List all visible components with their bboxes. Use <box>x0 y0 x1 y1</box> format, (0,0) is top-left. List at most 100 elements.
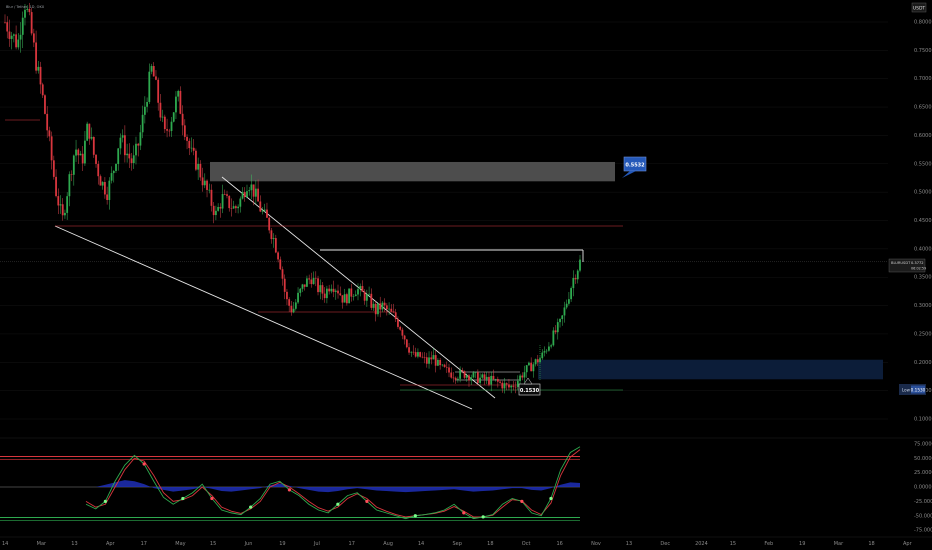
candle-body <box>539 358 541 363</box>
oscillator-tick-label: 0.0000 <box>914 485 932 491</box>
candle-body <box>228 195 231 209</box>
candle-body <box>423 356 426 358</box>
time-tick-label: Apr <box>903 541 913 547</box>
candle-body <box>363 291 366 301</box>
candle-body <box>12 34 15 36</box>
candle-body <box>337 290 339 294</box>
candle-body <box>188 140 191 149</box>
candle-body <box>403 335 406 340</box>
candle-body <box>286 291 288 300</box>
candle-body <box>274 238 277 253</box>
time-tick-label: 19 <box>799 541 805 547</box>
candle-body <box>139 132 142 146</box>
candle-body <box>17 39 20 48</box>
oscillator-tick-label: -75.0000 <box>914 528 932 534</box>
candle-body <box>545 350 548 352</box>
candle-body <box>97 163 100 177</box>
candle-body <box>570 288 573 300</box>
candle-body <box>86 123 89 141</box>
chart-stage: Blur / Tether, 1D, OKX 0.8000 0.7500 0.700… <box>0 0 932 550</box>
candle-body <box>79 153 82 156</box>
candle-body <box>461 370 464 372</box>
price-tick-label: 0.5500 <box>914 161 932 167</box>
candle-body <box>250 184 253 191</box>
candle-body <box>559 318 561 323</box>
candle-body <box>561 315 564 319</box>
candle-body <box>490 375 493 385</box>
candle-body <box>381 302 384 310</box>
candle-body <box>203 180 206 186</box>
candle-body <box>28 8 31 13</box>
candle-body <box>10 35 13 39</box>
candle-body <box>66 196 69 213</box>
candle-body <box>137 143 140 146</box>
candle-body <box>6 22 9 32</box>
candle-body <box>112 170 115 174</box>
candle-body <box>50 136 53 161</box>
candle-body <box>181 113 184 126</box>
price-tick-label: 0.1000 <box>914 417 932 423</box>
current-price-label: BLURUSDT 0.3772 06:02:59 <box>888 258 926 273</box>
price-chart[interactable]: Blur / Tether, 1D, OKX 0.8000 0.7500 0.700… <box>0 0 932 550</box>
oscillator-tick-label: 75.0000 <box>914 441 932 447</box>
support-zone <box>538 359 883 380</box>
time-tick-label: Apr <box>106 541 116 547</box>
candle-body <box>48 130 51 137</box>
candle-body <box>574 277 577 280</box>
candle-body <box>392 311 395 313</box>
candle-body <box>206 180 208 190</box>
time-tick-label: 18 <box>868 541 874 547</box>
candle-body <box>390 308 393 312</box>
candle-body <box>270 230 273 240</box>
candle-body <box>328 288 331 292</box>
candle-body <box>556 322 559 333</box>
candle-body <box>170 121 173 131</box>
candle-body <box>341 295 344 303</box>
candle-body <box>552 330 555 346</box>
candle-body <box>319 285 322 293</box>
candle-body <box>528 362 530 366</box>
candle-body <box>550 345 553 347</box>
time-tick-label: Oct <box>522 541 531 547</box>
candle-body <box>110 173 113 181</box>
candle-body <box>432 355 435 360</box>
time-tick-label: Nov <box>591 541 601 547</box>
candle-body <box>412 351 415 353</box>
time-tick-label: Mar <box>834 541 844 547</box>
candle-body <box>37 66 40 71</box>
candle-body <box>499 381 501 383</box>
candle-body <box>532 364 535 372</box>
candle-body <box>299 288 302 293</box>
candle-body <box>210 189 213 206</box>
time-tick-label: 15 <box>730 541 736 547</box>
candle-body <box>468 375 470 381</box>
candle-body <box>92 136 95 155</box>
candle-body <box>232 206 235 209</box>
candle-body <box>494 379 497 380</box>
candle-body <box>350 288 353 297</box>
candle-body <box>68 174 71 197</box>
candle-body <box>321 285 324 294</box>
candle-body <box>401 329 404 336</box>
candle-body <box>141 114 144 133</box>
candle-body <box>434 355 437 366</box>
time-tick-label: 13 <box>626 541 632 547</box>
candle-body <box>257 188 259 202</box>
time-tick-label: 2024 <box>695 541 708 547</box>
time-tick-label: 17 <box>141 541 147 547</box>
bear-cross-dot <box>287 488 292 492</box>
candle-body <box>437 359 439 366</box>
price-tick-label: 0.2000 <box>914 360 932 366</box>
candle-body <box>26 8 29 10</box>
candle-body <box>450 372 453 378</box>
candle-body <box>514 386 517 388</box>
candle-body <box>332 288 335 292</box>
currency-badge[interactable]: USDT <box>911 2 927 13</box>
candle-body <box>485 376 488 380</box>
candle-body <box>361 286 364 292</box>
candle-body <box>474 372 477 373</box>
candle-body <box>383 302 386 306</box>
candle-body <box>472 372 475 378</box>
candle-body <box>334 290 337 292</box>
candle-body <box>505 383 508 385</box>
